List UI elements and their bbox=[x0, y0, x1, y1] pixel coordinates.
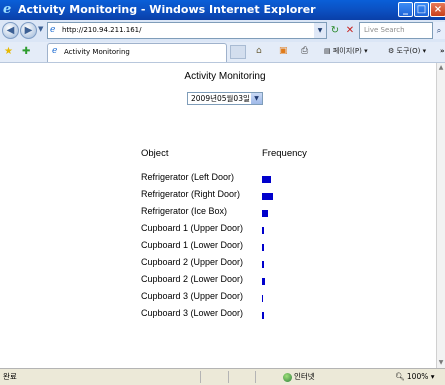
page-menu[interactable]: ▤ 페이지(P) ▾ bbox=[324, 45, 368, 58]
home-icon[interactable]: ⌂ bbox=[256, 45, 262, 58]
object-name: Cupboard 1 (Lower Door) bbox=[141, 240, 244, 250]
date-select[interactable]: 2009년05월03일 ▼ bbox=[187, 92, 263, 105]
object-name: Refrigerator (Right Door) bbox=[141, 189, 241, 199]
table-row: Cupboard 3 (Upper Door) bbox=[0, 291, 436, 307]
frequency-bar bbox=[262, 295, 263, 302]
title-bar: e Activity Monitoring - Windows Internet… bbox=[0, 0, 445, 20]
object-column-header: Object bbox=[141, 148, 169, 159]
ie-logo-icon: e bbox=[3, 2, 12, 17]
table-row: Cupboard 3 (Lower Door) bbox=[0, 308, 436, 324]
search-icon[interactable]: ⌕ bbox=[433, 22, 445, 39]
minimize-button[interactable]: _ bbox=[398, 2, 413, 17]
status-divider bbox=[200, 371, 201, 383]
stop-icon[interactable]: ✕ bbox=[343, 23, 357, 38]
object-name: Cupboard 3 (Upper Door) bbox=[141, 291, 244, 301]
recent-pages-dropdown[interactable]: ▼ bbox=[38, 25, 43, 33]
search-input[interactable]: Live Search bbox=[359, 22, 433, 39]
table-row: Refrigerator (Right Door) bbox=[0, 189, 436, 205]
zoom-level[interactable]: 🔍︎ 100% ▾ bbox=[395, 371, 435, 383]
table-row: Cupboard 1 (Lower Door) bbox=[0, 240, 436, 256]
status-divider bbox=[228, 371, 229, 383]
address-url: http://210.94.211.161/ bbox=[62, 26, 142, 34]
address-toolbar: ◀ ▶ ▼ e http://210.94.211.161/ ▼ ↻ ✕ Liv… bbox=[0, 20, 445, 42]
close-button[interactable]: × bbox=[430, 2, 445, 17]
frequency-bar bbox=[262, 227, 264, 234]
feeds-icon[interactable]: ▣ bbox=[279, 45, 288, 58]
security-zone[interactable]: 인터넷 bbox=[283, 371, 315, 383]
table-row: Refrigerator (Ice Box) bbox=[0, 206, 436, 222]
status-divider bbox=[255, 371, 256, 383]
address-input[interactable]: e http://210.94.211.161/ ▼ bbox=[47, 22, 327, 39]
tab-label: Activity Monitoring bbox=[64, 48, 130, 56]
frequency-bar bbox=[262, 312, 264, 319]
table-row: Refrigerator (Left Door) bbox=[0, 172, 436, 188]
window-title: Activity Monitoring - Windows Internet E… bbox=[18, 3, 316, 16]
frequency-bar bbox=[262, 278, 265, 285]
vertical-scrollbar[interactable]: ▲ ▼ bbox=[436, 63, 445, 368]
refresh-icon[interactable]: ↻ bbox=[328, 23, 342, 38]
favorites-star-icon[interactable]: ★ bbox=[4, 45, 13, 59]
object-name: Cupboard 3 (Lower Door) bbox=[141, 308, 244, 318]
frequency-bar bbox=[262, 244, 264, 251]
tab-activity-monitoring[interactable]: e Activity Monitoring bbox=[47, 43, 227, 62]
back-button[interactable]: ◀ bbox=[2, 22, 19, 39]
search-placeholder: Live Search bbox=[364, 26, 405, 34]
frequency-column-header: Frequency bbox=[262, 148, 307, 159]
table-row: Cupboard 2 (Lower Door) bbox=[0, 274, 436, 290]
page-title: Activity Monitoring bbox=[184, 71, 266, 82]
frequency-bar bbox=[262, 176, 271, 183]
object-name: Cupboard 1 (Upper Door) bbox=[141, 223, 244, 233]
scroll-down-icon[interactable]: ▼ bbox=[437, 358, 445, 368]
scroll-up-icon[interactable]: ▲ bbox=[437, 63, 445, 73]
date-select-value: 2009년05월03일 bbox=[191, 94, 250, 103]
table-row: Cupboard 2 (Upper Door) bbox=[0, 257, 436, 273]
object-name: Cupboard 2 (Lower Door) bbox=[141, 274, 244, 284]
add-favorite-icon[interactable]: ✚ bbox=[22, 45, 30, 59]
page-content: Activity Monitoring 2009년05월03일 ▼ Object… bbox=[0, 63, 436, 368]
table-row: Cupboard 1 (Upper Door) bbox=[0, 223, 436, 239]
chevron-down-icon[interactable]: ▼ bbox=[251, 93, 262, 104]
status-bar: 완료 인터넷 🔍︎ 100% ▾ bbox=[0, 368, 445, 385]
new-tab-button[interactable] bbox=[230, 45, 246, 59]
frequency-bar bbox=[262, 210, 268, 217]
object-name: Refrigerator (Left Door) bbox=[141, 172, 235, 182]
object-name: Cupboard 2 (Upper Door) bbox=[141, 257, 244, 267]
maximize-button[interactable]: □ bbox=[414, 2, 429, 17]
frequency-bar bbox=[262, 193, 273, 200]
forward-button[interactable]: ▶ bbox=[20, 22, 37, 39]
globe-icon bbox=[283, 372, 292, 382]
address-dropdown[interactable]: ▼ bbox=[314, 23, 326, 38]
tools-menu[interactable]: ⚙ 도구(O) ▾ bbox=[388, 45, 426, 58]
page-icon: e bbox=[50, 25, 56, 35]
tab-page-icon: e bbox=[52, 46, 58, 56]
object-name: Refrigerator (Ice Box) bbox=[141, 206, 228, 216]
print-icon[interactable]: ⎙ bbox=[301, 45, 308, 58]
frequency-bar bbox=[262, 261, 264, 268]
tab-command-bar: ★ ✚ e Activity Monitoring ⌂ ▣ ⎙ ▤ 페이지(P)… bbox=[0, 42, 445, 63]
status-text: 완료 bbox=[3, 372, 17, 381]
toolbar-overflow-icon[interactable]: » bbox=[440, 45, 445, 58]
browser-window: e Activity Monitoring - Windows Internet… bbox=[0, 0, 445, 385]
